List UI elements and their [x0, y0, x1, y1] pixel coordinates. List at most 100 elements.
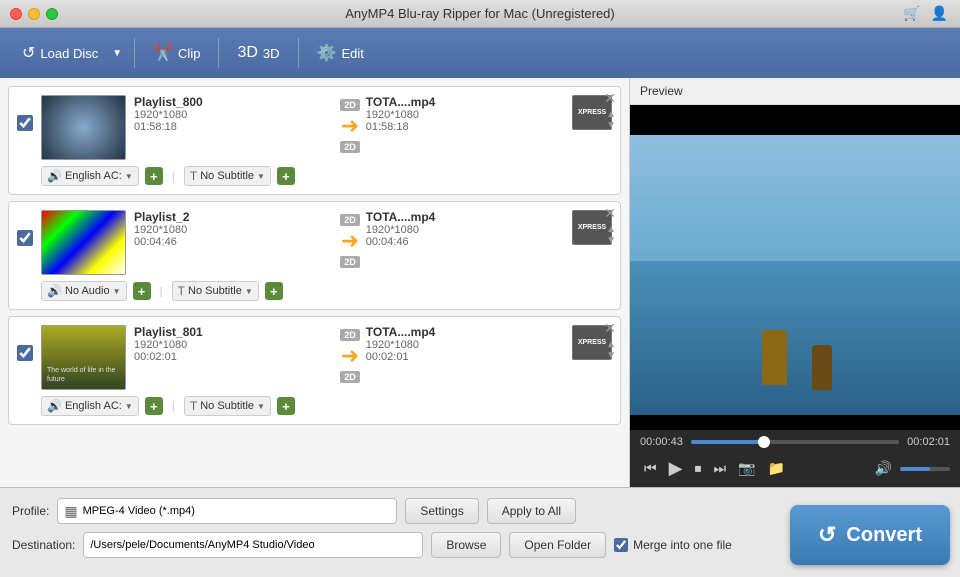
file-list-panel: ✕ ▲▼ Playlist_800 1920*1080 01:58:18 2D … [0, 78, 630, 487]
file-3-name-section: Playlist_801 1920*1080 00:02:01 [134, 325, 334, 363]
edit-icon: ⚙️ [317, 43, 337, 63]
badge-2d-right-3: 2D [340, 371, 360, 383]
disc-icon: ↺ [22, 43, 35, 63]
edit-label: Edit [341, 46, 363, 61]
file-3-subtitle-value: No Subtitle [200, 400, 254, 412]
file-1-name: Playlist_800 [134, 95, 334, 109]
file-3-header: The world of life in the future Playlist… [17, 325, 612, 390]
audio-icon-3: 🔊 [47, 399, 62, 413]
load-disc-label: Load Disc [40, 46, 98, 61]
screenshot-button[interactable]: 📷 [734, 458, 759, 479]
clip-button[interactable]: ✂️ Clip [143, 38, 210, 68]
file-1-audio-select[interactable]: 🔊 English AC: ▼ [41, 166, 139, 186]
close-button[interactable] [10, 8, 22, 20]
file-item-2: ✕ ▲▼ Playlist_2 1920*1080 00:04:46 2D ➜ … [8, 201, 621, 310]
file-2-subtitle-value: No Subtitle [188, 285, 242, 297]
file-1-expand-button[interactable]: ▲▼ [606, 109, 616, 131]
file-1-thumbnail [41, 95, 126, 160]
title-icons: 🛒 👤 [903, 5, 948, 22]
file-1-output-res: 1920*1080 [366, 109, 566, 121]
file-3-add-audio-button[interactable]: + [145, 397, 163, 415]
volume-track[interactable] [900, 467, 950, 471]
maximize-button[interactable] [46, 8, 58, 20]
audio-icon-2: 🔊 [47, 284, 62, 298]
file-1-close-button[interactable]: ✕ [604, 91, 616, 105]
progress-fill [691, 440, 764, 444]
folder-button[interactable]: 📁 [764, 458, 789, 479]
file-1-subtitle-select[interactable]: T No Subtitle ▼ [184, 166, 271, 186]
file-2-close-button[interactable]: ✕ [604, 206, 616, 220]
file-1-add-subtitle-button[interactable]: + [277, 167, 295, 185]
file-1-add-audio-button[interactable]: + [145, 167, 163, 185]
file-3-audio-select[interactable]: 🔊 English AC: ▼ [41, 396, 139, 416]
skip-start-button[interactable]: ⏮ [640, 458, 661, 479]
minimize-button[interactable] [28, 8, 40, 20]
file-1-audio-value: English AC: [65, 170, 122, 182]
progress-track[interactable] [691, 440, 899, 444]
profile-label: Profile: [12, 504, 49, 518]
skip-end-button[interactable]: ⏭ [709, 458, 730, 479]
audio-dropdown-3: ▼ [125, 402, 133, 411]
file-1-info: Playlist_800 1920*1080 01:58:18 2D ➜ 2D … [134, 95, 612, 153]
file-2-output-name: TOTA....mp4 [366, 210, 566, 224]
video-scene [630, 135, 960, 415]
stop-button[interactable]: ⏹ [690, 458, 705, 479]
file-2-arrow-section: 2D ➜ 2D [340, 210, 360, 268]
file-2-expand-button[interactable]: ▲▼ [606, 224, 616, 246]
threed-button[interactable]: 3D 3D [227, 39, 289, 67]
load-disc-button[interactable]: ↺ Load Disc [12, 38, 108, 68]
progress-thumb[interactable] [758, 436, 770, 448]
file-3-arrow-section: 2D ➜ 2D [340, 325, 360, 383]
user-icon[interactable]: 👤 [931, 5, 948, 22]
file-2-subtitle-select[interactable]: T No Subtitle ▼ [172, 281, 259, 301]
video-controls: 00:00:43 00:02:01 ⏮ ▶ ⏹ ⏭ 📷 📁 🔊 [630, 430, 960, 487]
separator-3: | [172, 399, 175, 413]
file-1-output-name: TOTA....mp4 [366, 95, 566, 109]
merge-checkbox[interactable] [614, 538, 628, 552]
badge-2d-left-3: 2D [340, 329, 360, 341]
destination-input[interactable] [83, 532, 423, 558]
file-item-1: ✕ ▲▼ Playlist_800 1920*1080 01:58:18 2D … [8, 86, 621, 195]
profile-value: MPEG-4 Video (*.mp4) [83, 505, 195, 517]
file-1-checkbox[interactable] [17, 115, 33, 131]
open-folder-button[interactable]: Open Folder [509, 532, 606, 558]
file-2-checkbox[interactable] [17, 230, 33, 246]
file-2-add-audio-button[interactable]: + [133, 282, 151, 300]
settings-button[interactable]: Settings [405, 498, 478, 524]
file-3-close-button[interactable]: ✕ [604, 321, 616, 335]
file-3-output-res: 1920*1080 [366, 339, 566, 351]
file-2-add-subtitle-button[interactable]: + [265, 282, 283, 300]
file-1-resolution: 1920*1080 [134, 109, 334, 121]
file-3-checkbox[interactable] [17, 345, 33, 361]
audio-icon-1: 🔊 [47, 169, 62, 183]
apply-all-button[interactable]: Apply to All [487, 498, 576, 524]
browse-button[interactable]: Browse [431, 532, 501, 558]
file-2-audio-select[interactable]: 🔊 No Audio ▼ [41, 281, 127, 301]
title-bar: AnyMP4 Blu-ray Ripper for Mac (Unregiste… [0, 0, 960, 28]
volume-fill [900, 467, 930, 471]
subtitle-dropdown-3: ▼ [257, 402, 265, 411]
video-top-bar [630, 105, 960, 135]
subtitle-icon-3: T [190, 399, 197, 413]
volume-area: 🔊 [871, 458, 950, 479]
load-disc-dropdown[interactable]: ▼ [108, 43, 126, 64]
file-1-output: TOTA....mp4 1920*1080 01:58:18 [366, 95, 566, 133]
video-sky [630, 135, 960, 261]
file-3-add-subtitle-button[interactable]: + [277, 397, 295, 415]
file-3-subtitle-select[interactable]: T No Subtitle ▼ [184, 396, 271, 416]
video-water [630, 261, 960, 415]
play-button[interactable]: ▶ [665, 456, 687, 481]
progress-bar-wrap: 00:00:43 00:02:01 [640, 436, 950, 448]
file-1-output-dur: 01:58:18 [366, 121, 566, 133]
profile-select[interactable]: ▦ MPEG-4 Video (*.mp4) [57, 498, 397, 524]
file-item-3: ✕ ▲▼ The world of life in the future Pla… [8, 316, 621, 425]
edit-button[interactable]: ⚙️ Edit [307, 38, 374, 68]
arrow-icon-1: ➜ [341, 113, 359, 139]
arrow-icon-2: ➜ [341, 228, 359, 254]
file-3-expand-button[interactable]: ▲▼ [606, 339, 616, 361]
time-total: 00:02:01 [907, 436, 950, 448]
convert-button[interactable]: ↺ Convert [790, 505, 950, 565]
bottom-section: Profile: ▦ MPEG-4 Video (*.mp4) Settings… [0, 487, 960, 577]
file-3-output-dur: 00:02:01 [366, 351, 566, 363]
cart-icon[interactable]: 🛒 [903, 5, 920, 22]
